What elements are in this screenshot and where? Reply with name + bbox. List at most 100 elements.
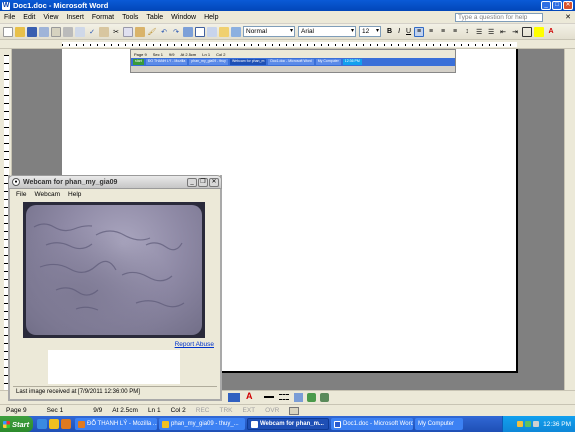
spelling-status-icon[interactable] xyxy=(289,406,300,415)
menu-edit[interactable]: Edit xyxy=(19,14,39,21)
cut-icon[interactable]: ✂ xyxy=(111,27,121,37)
print-preview-icon[interactable] xyxy=(75,26,85,37)
tray-icon[interactable] xyxy=(517,421,524,427)
decrease-indent-icon[interactable]: ⇤ xyxy=(498,27,508,37)
numbering-icon[interactable]: ☰ xyxy=(474,27,484,37)
webcam-menu-webcam[interactable]: Webcam xyxy=(34,191,60,198)
font-size-select[interactable]: 12 xyxy=(359,26,381,37)
line-style-icon[interactable] xyxy=(264,396,274,398)
task-my-computer[interactable]: My Computer xyxy=(415,418,463,430)
columns-icon[interactable] xyxy=(207,26,217,37)
ie-icon[interactable] xyxy=(37,419,47,429)
spelling-icon[interactable]: ✓ xyxy=(87,27,97,37)
task-chat[interactable]: phan_my_gia09 - thuy_... xyxy=(159,418,245,430)
hyperlink-icon[interactable] xyxy=(183,26,193,37)
task-word[interactable]: Doc1.doc - Microsoft Word xyxy=(331,418,413,430)
permission-icon[interactable] xyxy=(39,26,49,37)
webcam-minimize-button[interactable]: _ xyxy=(187,178,197,187)
menu-window[interactable]: Window xyxy=(167,14,200,21)
paste-icon[interactable] xyxy=(135,26,145,37)
drawing-icon[interactable] xyxy=(219,26,229,37)
word-app-icon[interactable]: W xyxy=(2,1,10,10)
windows-flag-icon xyxy=(3,420,10,428)
start-button[interactable]: Start xyxy=(0,416,33,432)
webcam-menu-help[interactable]: Help xyxy=(68,191,81,198)
menu-insert[interactable]: Insert xyxy=(62,14,88,21)
status-ovr[interactable]: OVR xyxy=(265,407,279,414)
save-icon[interactable] xyxy=(27,26,37,37)
underline-button[interactable]: U xyxy=(406,28,411,35)
format-painter-icon[interactable]: 🖌 xyxy=(147,27,157,37)
fill-color-icon[interactable] xyxy=(228,393,240,402)
status-trk[interactable]: TRK xyxy=(220,407,233,414)
status-rec[interactable]: REC xyxy=(196,407,210,414)
menu-file[interactable]: File xyxy=(0,14,19,21)
highlight-icon[interactable] xyxy=(534,26,545,37)
tray-icon[interactable] xyxy=(525,421,532,427)
menu-format[interactable]: Format xyxy=(88,14,118,21)
webcam-close-button[interactable]: ✕ xyxy=(209,178,219,187)
menu-help[interactable]: Help xyxy=(200,14,222,21)
firefox-icon[interactable] xyxy=(61,419,71,429)
webcam-restore-button[interactable]: ❐ xyxy=(198,178,208,187)
task-mozilla[interactable]: ĐỖ THANH LÝ - Mozilla ... xyxy=(75,418,157,430)
line-spacing-icon[interactable]: ↕ xyxy=(462,27,472,37)
menu-view[interactable]: View xyxy=(39,14,62,21)
report-abuse-link[interactable]: Report Abuse xyxy=(175,341,214,348)
webcam-menu-file[interactable]: File xyxy=(16,191,26,198)
justify-icon[interactable]: ≡ xyxy=(450,27,460,37)
horizontal-ruler[interactable] xyxy=(0,40,575,49)
status-ext[interactable]: EXT xyxy=(243,407,256,414)
align-right-icon[interactable]: ≡ xyxy=(438,27,448,37)
align-left-icon[interactable]: ≡ xyxy=(414,26,425,37)
quick-launch xyxy=(37,419,71,429)
word-window-title: Doc1.doc - Microsoft Word xyxy=(13,1,109,10)
status-section: Sec 1 xyxy=(46,407,64,414)
style-select[interactable]: Normal xyxy=(243,26,295,37)
align-center-icon[interactable]: ≡ xyxy=(426,27,436,37)
dash-style-icon[interactable] xyxy=(279,394,289,400)
arrow-style-icon[interactable] xyxy=(294,393,303,402)
undo-icon[interactable]: ↶ xyxy=(159,27,169,37)
word-task-icon xyxy=(334,420,341,428)
webcam-video-frame xyxy=(23,202,205,338)
webcam-image xyxy=(26,205,202,335)
help-search-input[interactable]: Type a question for help xyxy=(455,13,543,22)
redo-icon[interactable]: ↷ xyxy=(171,27,181,37)
draw-font-color-icon[interactable]: A xyxy=(246,391,253,401)
new-document-icon[interactable] xyxy=(3,26,13,37)
menu-tools[interactable]: Tools xyxy=(118,14,142,21)
font-color-icon[interactable]: A xyxy=(546,27,556,37)
menu-table[interactable]: Table xyxy=(142,14,167,21)
task-label: My Computer xyxy=(418,421,455,427)
font-select[interactable]: Arial xyxy=(298,26,356,37)
copy-icon[interactable] xyxy=(123,26,133,37)
border-icon[interactable] xyxy=(522,26,533,37)
research-icon[interactable] xyxy=(99,26,109,37)
zoom-icon[interactable] xyxy=(231,26,241,37)
bold-button[interactable]: B xyxy=(387,28,392,35)
shadow-icon[interactable] xyxy=(307,393,316,402)
webcam-window-title: Webcam for phan_my_gia09 xyxy=(23,178,118,186)
bullets-icon[interactable]: ☰ xyxy=(486,27,496,37)
minimize-button[interactable]: _ xyxy=(541,1,551,10)
webcam-status-bar: Last image received at [7/9/2011 12:36:0… xyxy=(13,386,217,397)
email-icon[interactable] xyxy=(51,26,61,37)
3d-icon[interactable] xyxy=(320,393,329,402)
webcam-title-bar[interactable]: ● Webcam for phan_my_gia09 _ ❐ ✕ xyxy=(8,175,222,189)
yahoo-messenger-icon[interactable] xyxy=(49,419,59,429)
italic-button[interactable]: I xyxy=(398,28,400,35)
open-folder-icon[interactable] xyxy=(15,26,25,37)
table-icon[interactable] xyxy=(195,26,205,37)
increase-indent-icon[interactable]: ⇥ xyxy=(510,27,520,37)
volume-icon[interactable] xyxy=(533,421,540,427)
document-close-icon[interactable]: ✕ xyxy=(565,13,571,21)
maximize-button[interactable]: □ xyxy=(552,1,562,10)
print-icon[interactable] xyxy=(63,26,73,37)
task-webcam[interactable]: Webcam for phan_m... xyxy=(247,418,329,430)
vertical-scrollbar[interactable] xyxy=(564,49,575,404)
system-tray: 12:36 PM xyxy=(502,416,575,432)
close-button[interactable]: ✕ xyxy=(563,1,573,10)
clock[interactable]: 12:36 PM xyxy=(543,421,571,428)
start-label: Start xyxy=(12,419,30,429)
